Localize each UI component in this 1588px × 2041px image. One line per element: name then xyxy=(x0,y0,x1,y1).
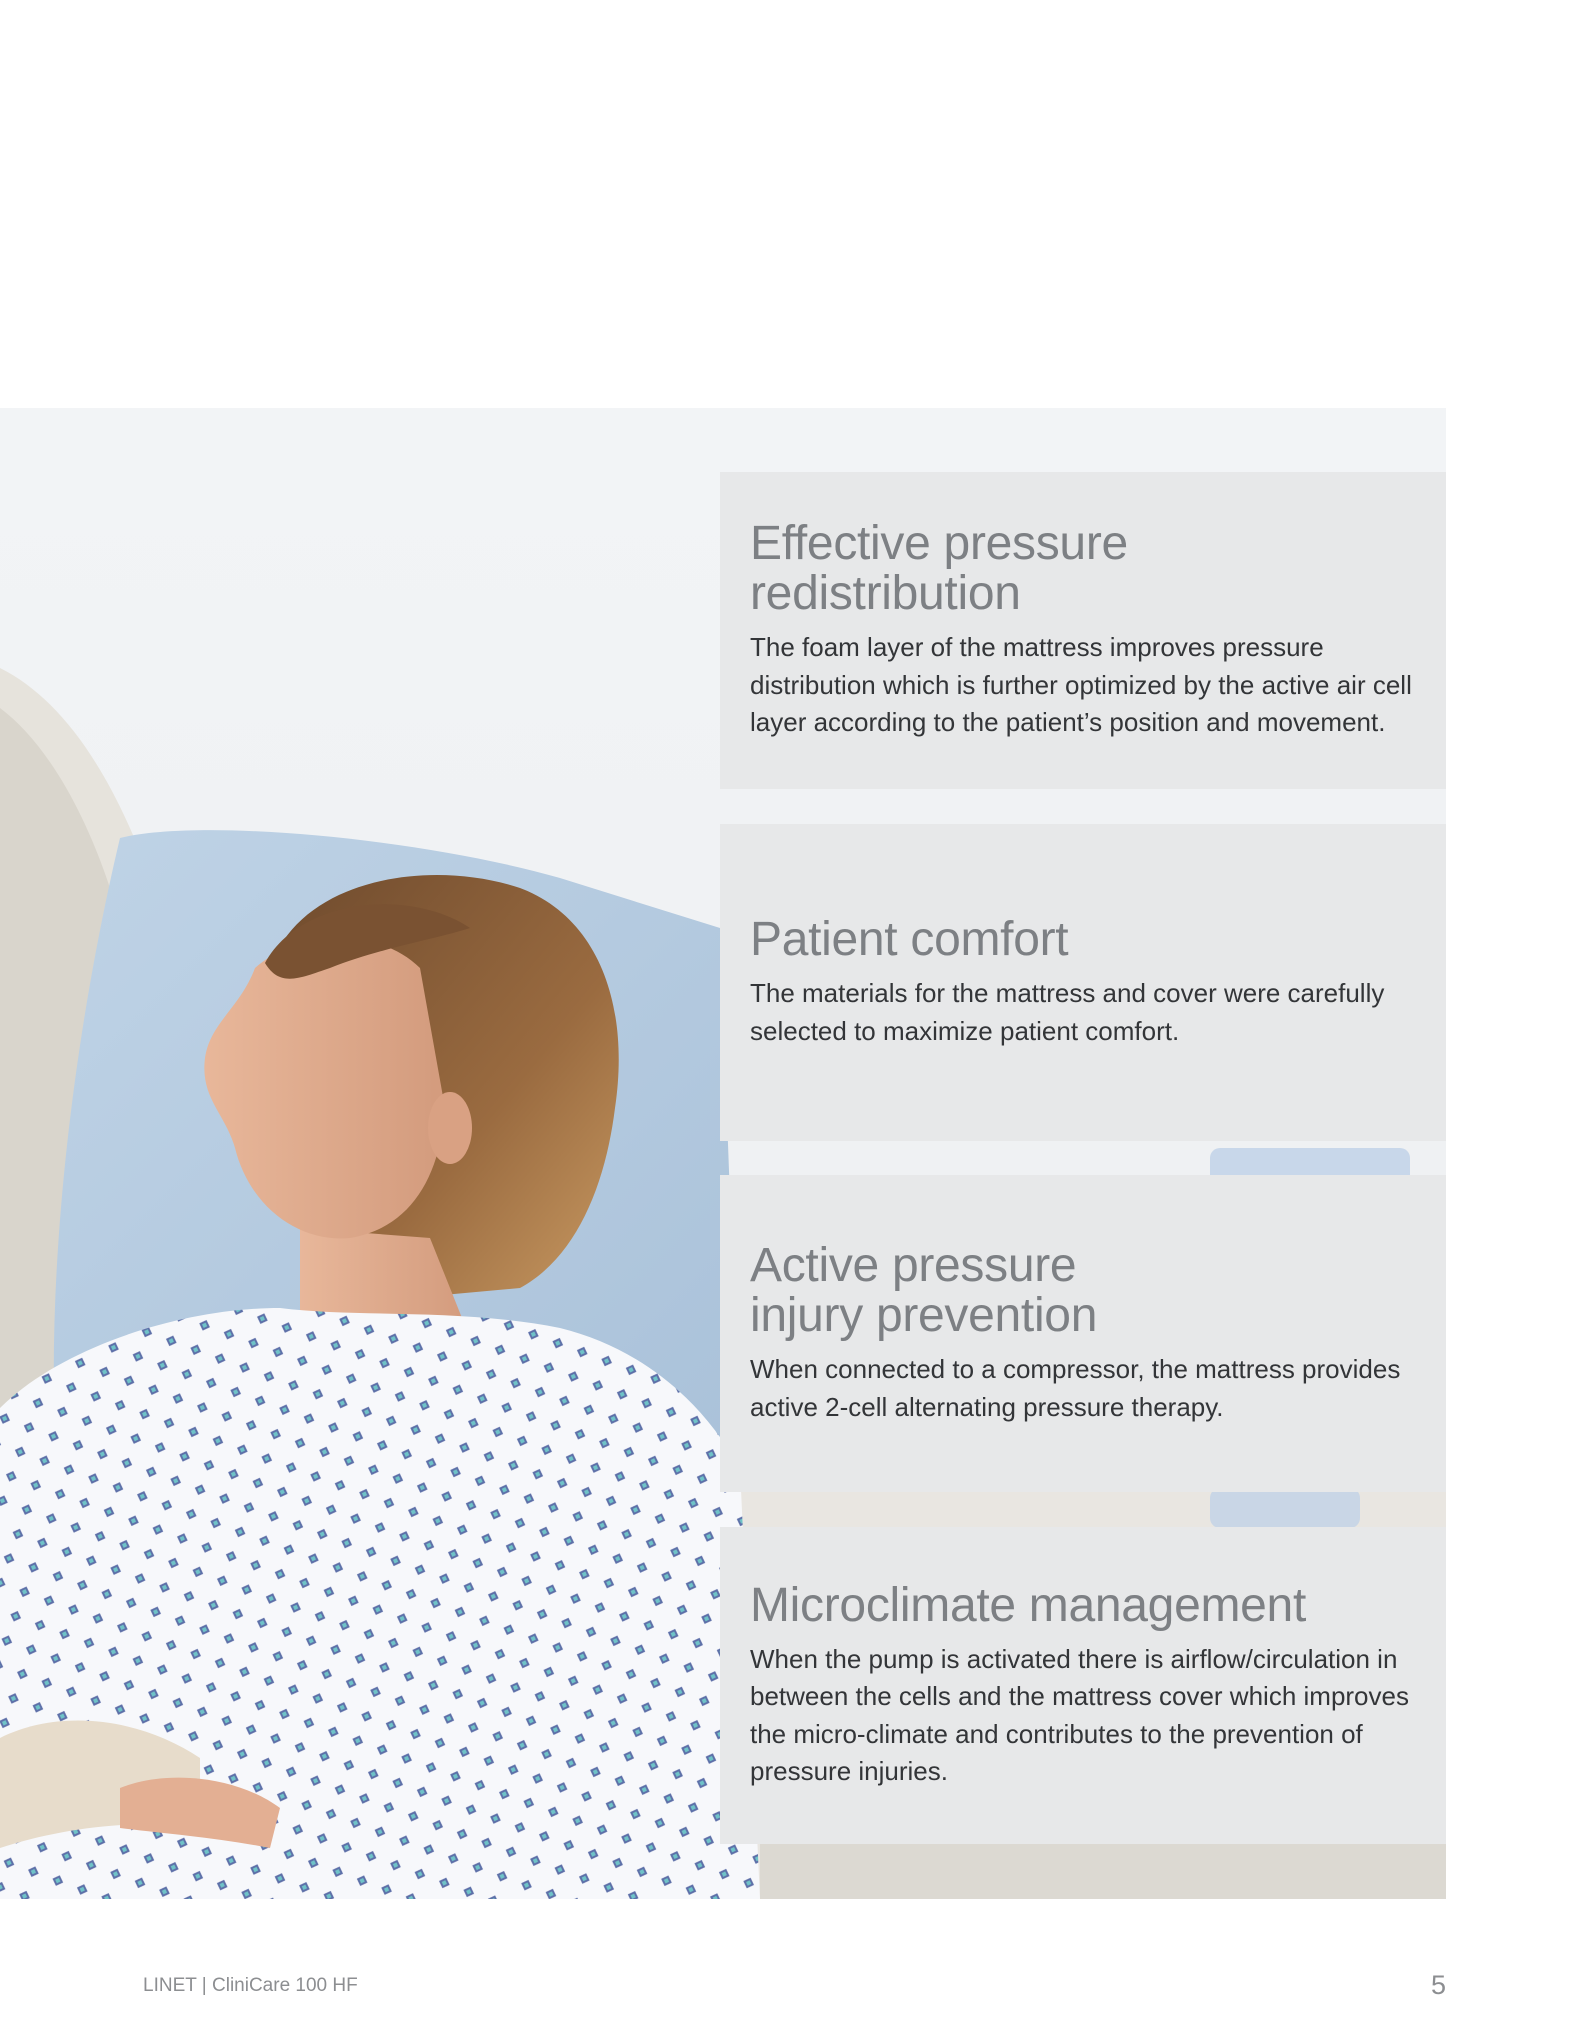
panel-title: Effective pressure redistribution xyxy=(750,517,1128,621)
panel-title: Patient comfort xyxy=(750,913,1069,966)
panel-title: Active pressure injury prevention xyxy=(750,1239,1098,1342)
feature-panel-microclimate: Microclimate management When the pump is… xyxy=(720,1527,1446,1844)
feature-panel-patient-comfort: Patient comfort The materials for the ma… xyxy=(720,824,1446,1141)
feature-panel-injury-prevention: Active pressure injury prevention When c… xyxy=(720,1175,1446,1492)
footer-brand: LINET | CliniCare 100 HF xyxy=(143,1975,358,1996)
panel-body: The materials for the mattress and cover… xyxy=(750,978,1385,1046)
panel-body: When connected to a compressor, the matt… xyxy=(750,1354,1401,1422)
panel-title: Microclimate management xyxy=(750,1578,1306,1632)
feature-panel-pressure-redistribution: Effective pressure redistribution The fo… xyxy=(720,472,1446,789)
panel-body: The foam layer of the mattress improves … xyxy=(750,632,1412,738)
page-number: 5 xyxy=(1430,1970,1446,2000)
panel-body: When the pump is activated there is airf… xyxy=(750,1643,1409,1787)
